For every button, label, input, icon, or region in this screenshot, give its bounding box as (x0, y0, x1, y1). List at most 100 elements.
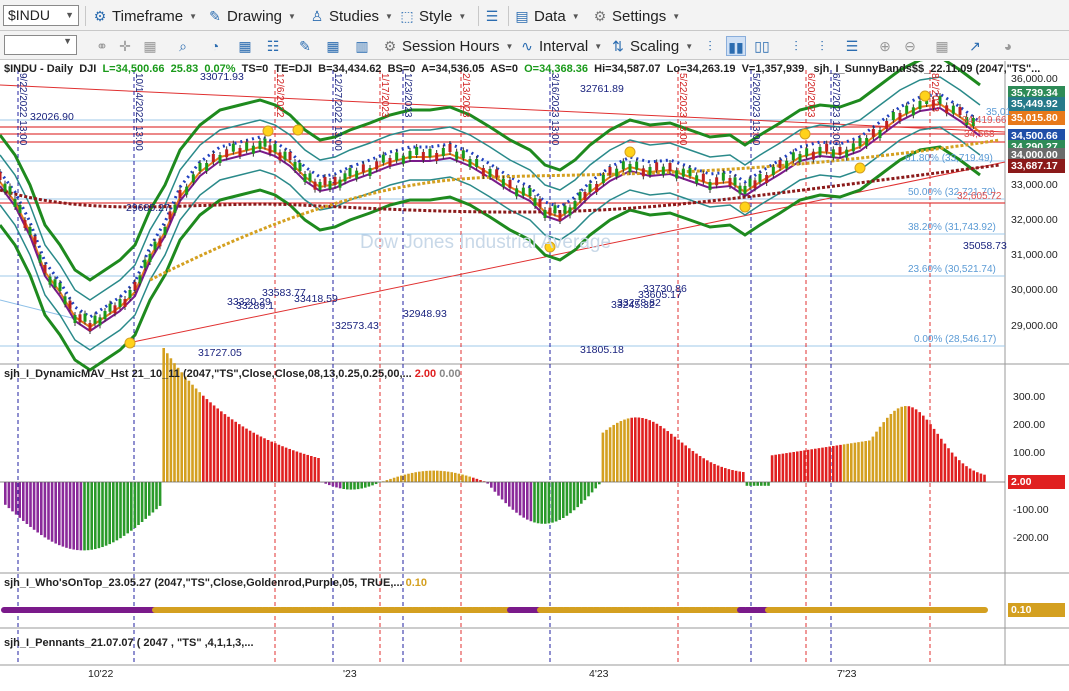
histogram-bar (511, 482, 515, 510)
hollow-candle-icon[interactable]: ▯▯ (752, 36, 772, 56)
axis-label: -200.00 (1013, 532, 1049, 544)
symbol-input[interactable]: $INDU ▼ (3, 5, 79, 26)
histogram-bar (918, 412, 921, 482)
candle (898, 113, 902, 121)
chart-icon[interactable]: ▥ (352, 36, 372, 56)
search-icon[interactable]: ⌕ (173, 36, 193, 56)
studies-menu[interactable]: ♙ Studies ▼ (309, 5, 393, 27)
session-hours-menu[interactable]: ⚙ Session Hours ▼ (382, 35, 514, 57)
candle (153, 241, 157, 250)
scaling-icon: ⇅ (612, 37, 624, 54)
candle (375, 161, 379, 170)
histogram-bar (626, 418, 630, 482)
histogram-bar (328, 482, 331, 486)
candle (245, 142, 249, 151)
chevron-down-icon[interactable]: ▼ (65, 6, 74, 25)
interval-menu[interactable]: ∿ Interval ▼ (519, 35, 602, 57)
palette-icon[interactable]: ◕ (998, 36, 1018, 56)
grid-icon[interactable]: ▦ (932, 36, 952, 56)
candle (508, 180, 512, 188)
chevron-down-icon: ▼ (571, 11, 580, 21)
candle (238, 148, 242, 156)
interval-input[interactable]: ▼ (4, 35, 77, 55)
gauge-icon[interactable]: ◔ (205, 36, 225, 56)
layout-icon[interactable]: ☰ (482, 6, 502, 26)
candle (441, 148, 445, 156)
histogram-bar (619, 421, 623, 482)
bar-chart-icon[interactable]: ⫶ (700, 36, 720, 56)
candle (811, 151, 815, 160)
histogram-bar (40, 482, 43, 536)
histogram-bar (562, 482, 565, 519)
pivot-marker (262, 125, 274, 137)
candle (743, 186, 747, 194)
histogram-bar (554, 482, 558, 522)
trend-icon[interactable]: ↗ (965, 36, 985, 56)
candle (568, 207, 572, 216)
histogram-bar (583, 482, 587, 501)
time-axis-label: 7'23 (837, 668, 857, 680)
candle (328, 181, 332, 189)
candle (298, 163, 302, 171)
histogram-bar (605, 429, 608, 482)
timeframe-menu[interactable]: ⚙ Timeframe ▼ (92, 5, 197, 27)
candle (733, 177, 737, 186)
histogram-bar (904, 406, 907, 482)
histogram-bar (364, 482, 367, 488)
pivot-marker (624, 146, 636, 158)
candle (891, 112, 895, 120)
candle (911, 107, 915, 116)
candle (538, 199, 542, 207)
histogram-bar (522, 482, 525, 518)
data-menu[interactable]: ▤ Data ▼ (514, 5, 580, 27)
link-icon[interactable]: ⚭ (92, 36, 112, 56)
histogram-bar (65, 482, 68, 548)
candle (521, 187, 525, 196)
fib-label: 23.60% (30,521.74) (908, 264, 996, 275)
hlc-icon[interactable]: ⫶ (812, 36, 832, 56)
histogram-bar (932, 428, 936, 482)
layout-icon[interactable]: ☰ (842, 36, 862, 56)
candle (543, 210, 547, 218)
table-icon[interactable]: ▦ (323, 36, 343, 56)
candle (83, 313, 87, 322)
histogram-bar (889, 413, 893, 482)
histogram-bar (187, 380, 191, 482)
ohlc-icon[interactable]: ⫶ (786, 36, 806, 56)
candle (831, 149, 835, 158)
histogram-bar (421, 471, 425, 482)
histogram-bar (32, 482, 36, 530)
drawing-menu[interactable]: ✎ Drawing ▼ (207, 5, 296, 27)
candle (43, 265, 47, 273)
scaling-menu[interactable]: ⇅ Scaling ▼ (610, 35, 693, 57)
candlestick-icon[interactable]: ▮▮ (726, 36, 746, 56)
histogram-bar (558, 482, 561, 520)
crosshair-icon[interactable]: ✛ (115, 36, 135, 56)
candle (778, 160, 782, 168)
candle (615, 168, 619, 177)
zoom-out-icon[interactable]: ⊖ (900, 36, 920, 56)
histogram-bar (734, 470, 738, 482)
candle (628, 164, 632, 172)
time-axis-label: '23 (343, 668, 357, 680)
list-icon[interactable]: ☷ (263, 36, 283, 56)
settings-menu[interactable]: ⚙ Settings ▼ (592, 5, 680, 27)
draw-icon[interactable]: ✎ (295, 36, 315, 56)
candle (785, 160, 789, 169)
candle (435, 153, 439, 161)
histogram-bar (580, 482, 583, 504)
price-annotation: 32948.93 (403, 308, 447, 320)
grid-icon[interactable]: ▦ (140, 36, 160, 56)
axis-label: -100.00 (1013, 504, 1049, 516)
histogram-bar (979, 473, 983, 482)
histogram-bar (652, 421, 655, 482)
grid-icon[interactable]: ▦ (235, 36, 255, 56)
style-menu[interactable]: ⬚ Style ▼ (399, 5, 466, 27)
chevron-down-icon[interactable]: ▼ (63, 36, 72, 46)
zoom-in-icon[interactable]: ⊕ (875, 36, 895, 56)
histogram-bar (457, 473, 461, 482)
candle (38, 254, 42, 263)
histogram-bar (144, 482, 147, 519)
histogram-bar (270, 441, 273, 482)
histogram-bar (526, 482, 529, 520)
